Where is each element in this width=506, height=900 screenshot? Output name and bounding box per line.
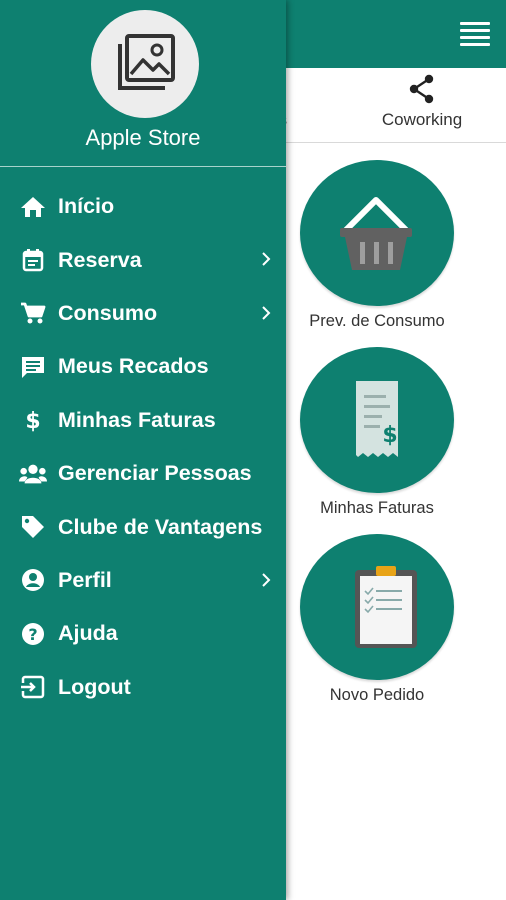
dollar-icon: $ (19, 406, 47, 434)
tile-label: Minhas Faturas (320, 499, 434, 517)
tile-minhas-faturas[interactable]: $ Minhas Faturas (292, 347, 462, 518)
tile-novo-pedido[interactable]: Novo Pedido (292, 534, 462, 705)
tab-coworking-label: Coworking (381, 110, 463, 129)
tile-circle (300, 534, 454, 680)
menu-item-gerenciar-pessoas[interactable]: Gerenciar Pessoas (0, 447, 286, 500)
people-icon (19, 460, 47, 488)
menu-item-label: Perfil (58, 567, 112, 592)
menu-item-label: Gerenciar Pessoas (58, 461, 252, 486)
basket-icon (340, 197, 412, 270)
account-icon (19, 566, 47, 594)
chevron-right-icon (262, 252, 271, 267)
menu-item-label: Meus Recados (58, 354, 209, 379)
tab-coworking[interactable]: Coworking (370, 72, 474, 130)
chevron-right-icon (262, 573, 271, 587)
svg-text:?: ? (28, 625, 37, 644)
message-icon (19, 353, 47, 381)
chevron-right-icon (262, 306, 271, 320)
help-icon: ? (19, 620, 47, 648)
svg-text:$: $ (382, 423, 397, 448)
drawer-menu: Início Reserva Consumo Meus Recados $ Mi… (0, 180, 286, 714)
tag-icon (19, 513, 47, 541)
share-icon (409, 74, 434, 104)
divider (0, 166, 286, 167)
menu-item-perfil[interactable]: Perfil (0, 554, 286, 607)
menu-item-clube-de-vantagens[interactable]: Clube de Vantagens (0, 500, 286, 553)
menu-item-inicio[interactable]: Início (0, 180, 286, 233)
menu-item-label: Início (58, 194, 115, 219)
tile-label: Prev. de Consumo (309, 312, 445, 330)
receipt-icon: $ (356, 381, 398, 457)
cart-icon (19, 299, 47, 327)
menu-item-label: Minhas Faturas (58, 407, 216, 432)
menu-item-minhas-faturas[interactable]: $ Minhas Faturas (0, 394, 286, 447)
avatar[interactable] (91, 10, 199, 118)
tile-circle (300, 160, 454, 306)
menu-item-label: Reserva (58, 247, 142, 272)
menu-item-logout[interactable]: Logout (0, 661, 286, 714)
tile-label: Novo Pedido (329, 686, 425, 704)
menu-item-label: Consumo (58, 300, 158, 325)
navigation-drawer: Apple Store Início Reserva Consumo Meus … (0, 0, 286, 900)
logout-icon (19, 673, 47, 701)
menu-item-label: Logout (58, 674, 131, 699)
menu-item-label: Ajuda (58, 621, 118, 646)
clipboard-icon (355, 566, 417, 648)
home-icon (19, 193, 47, 221)
calendar-icon (19, 246, 47, 274)
menu-item-consumo[interactable]: Consumo (0, 287, 286, 340)
image-placeholder-icon (118, 34, 175, 90)
menu-item-reserva[interactable]: Reserva (0, 233, 286, 286)
tile-prev-consumo[interactable]: Prev. de Consumo (292, 160, 462, 331)
store-name: Apple Store (85, 125, 201, 150)
hamburger-icon[interactable] (460, 22, 490, 46)
svg-text:$: $ (25, 409, 40, 433)
tile-circle: $ (300, 347, 454, 493)
menu-item-label: Clube de Vantagens (58, 514, 263, 539)
menu-item-ajuda[interactable]: ? Ajuda (0, 607, 286, 660)
menu-item-meus-recados[interactable]: Meus Recados (0, 340, 286, 393)
